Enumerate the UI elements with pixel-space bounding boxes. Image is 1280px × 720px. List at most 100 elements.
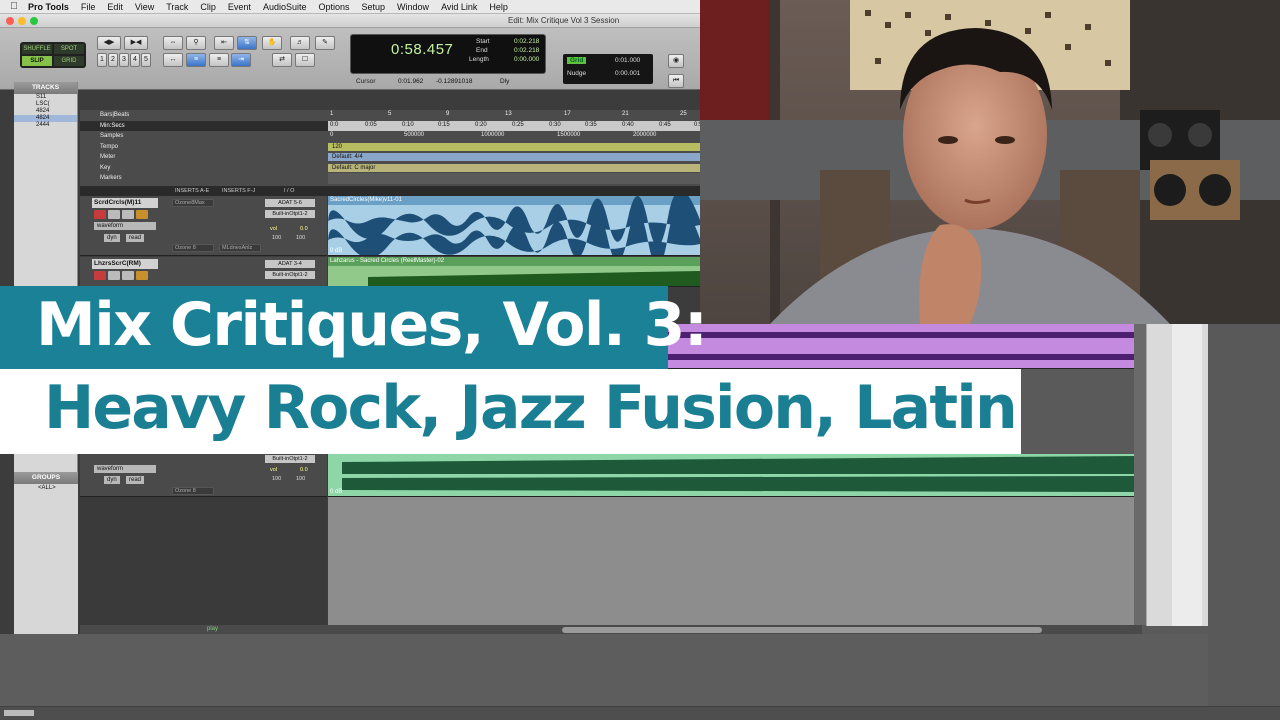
track-list-item[interactable]: S11: [14, 94, 77, 101]
insert-slot[interactable]: Ozone 8: [172, 244, 214, 252]
menu-setup[interactable]: Setup: [356, 2, 392, 12]
audio-clip[interactable]: SacredCircles(Mike)v11-01 0 dB: [328, 196, 700, 255]
menu-options[interactable]: Options: [312, 2, 355, 12]
grid-label[interactable]: Grid: [567, 57, 587, 64]
groups-panel-header[interactable]: GROUPS: [14, 472, 78, 484]
pencil-tool-icon[interactable]: ✎: [315, 36, 335, 50]
menu-window[interactable]: Window: [391, 2, 435, 12]
trim-tool-icon[interactable]: ⇤: [214, 36, 234, 50]
input-select[interactable]: Built-inOtpt1-2: [265, 455, 315, 463]
grid-mode-button[interactable]: GRID: [54, 56, 84, 66]
insert-slot[interactable]: Ozone 8: [172, 487, 214, 495]
nudge-value[interactable]: 0:00.001: [615, 70, 640, 77]
zoom-preset-2[interactable]: 2: [108, 53, 118, 67]
start-value[interactable]: 0:02.218: [514, 38, 539, 45]
key-value[interactable]: Default: C major: [328, 163, 700, 172]
insert-slot[interactable]: Ozone8Max: [172, 199, 214, 207]
nudge-label[interactable]: Nudge: [567, 70, 586, 77]
solo-button[interactable]: [122, 271, 134, 280]
end-value[interactable]: 0:02.218: [514, 47, 539, 54]
menu-app[interactable]: Pro Tools: [22, 2, 75, 12]
input-select[interactable]: Built-inOtpt1-2: [265, 210, 315, 218]
grid-value[interactable]: 0:01.000: [615, 57, 640, 64]
dyn-select[interactable]: dyn: [104, 234, 120, 242]
menu-file[interactable]: File: [75, 2, 102, 12]
track-list-item[interactable]: 2444: [14, 122, 77, 129]
pan-right-value[interactable]: 100: [296, 476, 305, 482]
selector-tool-icon[interactable]: ⇅: [237, 36, 257, 50]
apple-icon[interactable]: : [6, 1, 22, 12]
length-value[interactable]: 0:00.000: [514, 56, 539, 63]
bars-beats-ruler[interactable]: Bars|Beats 1 5 9 13 17 21 25: [80, 110, 700, 121]
key-ruler[interactable]: Key Default: C major: [80, 163, 700, 174]
insert-slot[interactable]: MLdnesAnlz: [219, 244, 261, 252]
grabber-hand-icon[interactable]: ✋: [262, 36, 282, 50]
menu-clip[interactable]: Clip: [194, 2, 222, 12]
track-list-item[interactable]: LSC(: [14, 101, 77, 108]
minimize-window-button[interactable]: [18, 16, 26, 25]
mirrored-midi-icon[interactable]: ≡: [209, 53, 229, 67]
track-name[interactable]: LhzrsScrC(RM): [92, 259, 158, 269]
record-enable-button[interactable]: [94, 271, 106, 280]
input-select[interactable]: Built-inOtpt1-2: [265, 271, 315, 279]
volume-value[interactable]: 0.0: [300, 226, 308, 232]
zoom-preset-1[interactable]: 1: [97, 53, 107, 67]
volume-value[interactable]: 0.0: [300, 467, 308, 473]
zoom-preset-5[interactable]: 5: [141, 53, 151, 67]
zoom-in-icon[interactable]: ▶◀: [124, 36, 148, 50]
menu-edit[interactable]: Edit: [101, 2, 129, 12]
menu-track[interactable]: Track: [160, 2, 194, 12]
magnify-tool-icon[interactable]: ⚲: [186, 36, 206, 50]
pan-right-value[interactable]: 100: [296, 235, 305, 241]
min-secs-ruler[interactable]: Min:Secs 0:0 0:05 0:10 0:15 0:20 0:25 0:…: [80, 120, 706, 131]
close-window-button[interactable]: [6, 16, 14, 25]
slip-mode-button[interactable]: SLIP: [22, 56, 52, 66]
tab-transients-icon[interactable]: ⇄: [272, 53, 292, 67]
automation-mode-select[interactable]: read: [126, 234, 145, 242]
track-lane[interactable]: Lahzarus - Sacred Circles (ReelMaster)-0…: [328, 257, 700, 287]
dyn-select[interactable]: dyn: [104, 476, 120, 484]
audio-clip[interactable]: Lahzarus - Sacred Circles (ReelMaster)-0…: [328, 257, 700, 286]
track-lane[interactable]: 0 dB: [328, 454, 1134, 497]
insertion-follows-icon[interactable]: ⇥: [231, 53, 251, 67]
mute-button[interactable]: [136, 271, 148, 280]
tempo-value[interactable]: 120: [328, 142, 700, 151]
spot-mode-button[interactable]: SPOT: [54, 44, 84, 54]
menu-help[interactable]: Help: [483, 2, 514, 12]
audio-clip[interactable]: 0 dB: [328, 454, 1134, 496]
track-list-item[interactable]: 4824: [14, 115, 77, 122]
menu-audiosuite[interactable]: AudioSuite: [257, 2, 313, 12]
track-list-item[interactable]: 4824: [14, 108, 77, 115]
tempo-ruler[interactable]: Tempo 120: [80, 142, 700, 153]
meter-ruler[interactable]: Meter Default: 4/4: [80, 152, 700, 163]
scroll-handle-icon[interactable]: [4, 710, 34, 716]
link-timeline-icon[interactable]: ↔: [163, 53, 183, 67]
mute-button[interactable]: [136, 210, 148, 219]
output-select[interactable]: ADAT 5-6: [265, 199, 315, 207]
group-item[interactable]: <ALL>: [14, 484, 78, 492]
input-monitor-button[interactable]: [108, 210, 120, 219]
track-name[interactable]: ScrdCrcls(M)11: [92, 198, 158, 208]
transport-icon[interactable]: ◉: [668, 54, 684, 68]
menu-view[interactable]: View: [129, 2, 160, 12]
zoom-out-icon[interactable]: ◀▶: [97, 36, 121, 50]
zoom-preset-4[interactable]: 4: [130, 53, 140, 67]
playlist-empty-area[interactable]: [328, 497, 1134, 625]
pan-left-value[interactable]: 100: [272, 476, 281, 482]
main-counter-value[interactable]: 0:58.457: [391, 41, 453, 58]
link-track-edit-icon[interactable]: ≡: [186, 53, 206, 67]
keyfocus-icon[interactable]: ☐: [295, 53, 315, 67]
track-lane[interactable]: [668, 324, 1134, 369]
vertical-scrollbar[interactable]: [1134, 324, 1146, 625]
zoom-preset-3[interactable]: 3: [119, 53, 129, 67]
meter-value[interactable]: Default: 4/4: [328, 153, 700, 161]
zoom-window-button[interactable]: [30, 16, 38, 25]
track-view-select[interactable]: waveform: [94, 465, 156, 473]
menu-event[interactable]: Event: [222, 2, 257, 12]
shuffle-mode-button[interactable]: SHUFFLE: [22, 44, 52, 54]
markers-ruler[interactable]: Markers: [80, 173, 700, 184]
track-view-select[interactable]: waveform: [94, 222, 156, 230]
automation-mode-select[interactable]: read: [126, 476, 145, 484]
tracks-panel-header[interactable]: TRACKS: [14, 82, 77, 94]
input-monitor-button[interactable]: [108, 271, 120, 280]
